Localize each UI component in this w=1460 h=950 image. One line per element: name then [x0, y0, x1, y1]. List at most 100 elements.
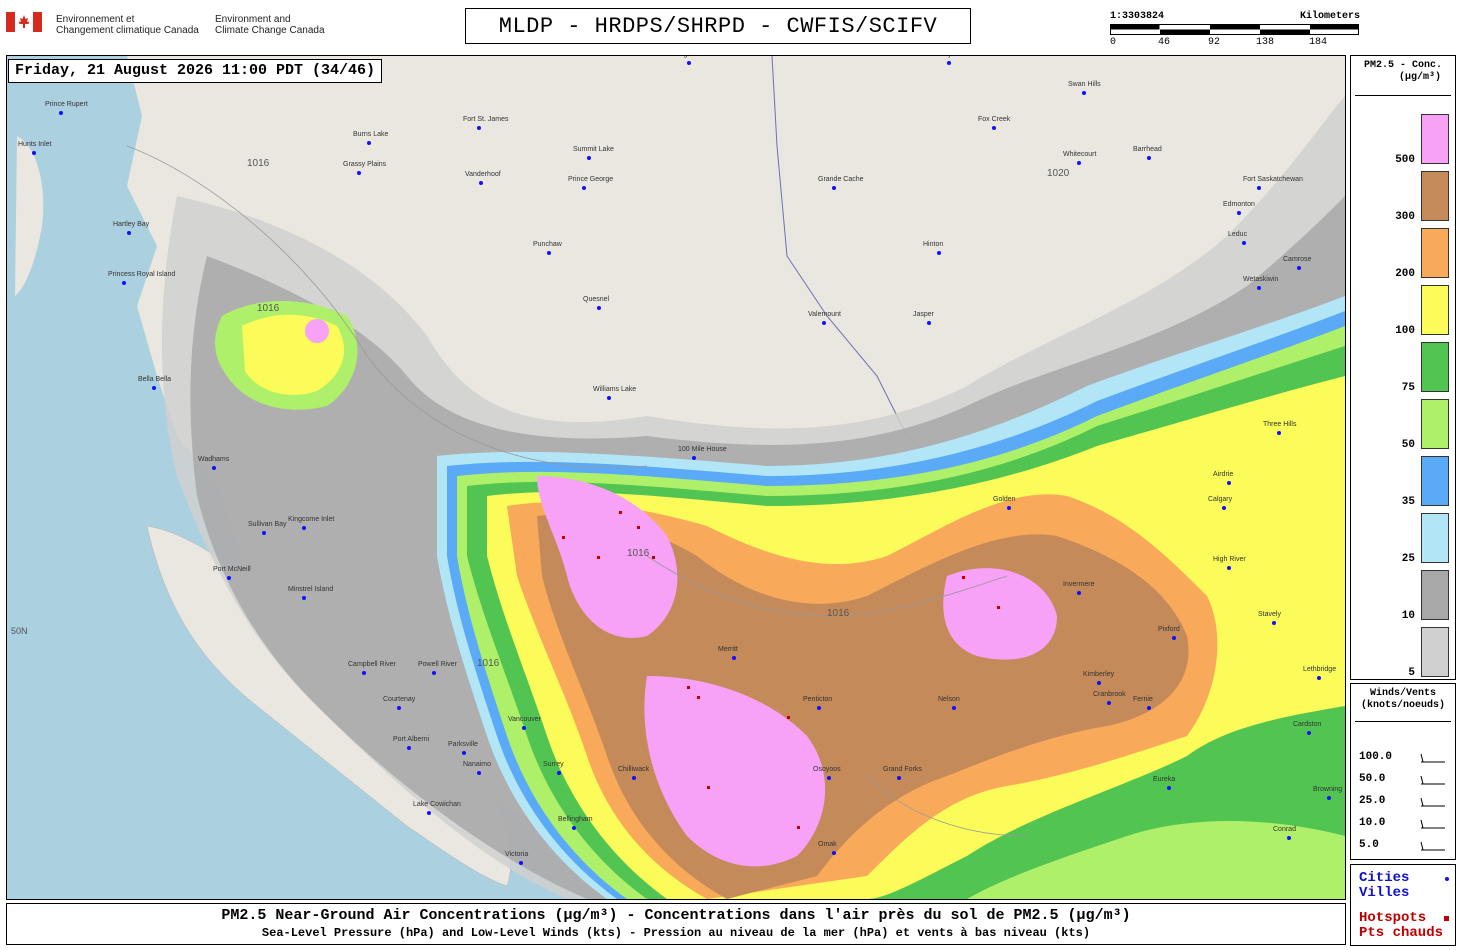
city-label: Prince George [568, 176, 614, 183]
city-marker [519, 861, 523, 865]
pm25-legend-label: 200 [1395, 268, 1415, 280]
city-marker [692, 456, 696, 460]
city-marker [1277, 431, 1281, 435]
pm25-legend-swatch [1421, 342, 1449, 392]
city-marker [1257, 186, 1261, 190]
scale-tick: 46 [1158, 37, 1171, 48]
city-marker [32, 151, 36, 155]
city-marker [732, 656, 736, 660]
city-marker [1077, 161, 1081, 165]
city-marker [992, 126, 996, 130]
page-title: MLDP - HRDPS/SHRPD - CWFIS/SCIFV [465, 8, 971, 44]
wind-barb-icon [1420, 797, 1445, 807]
wind-barb-icon [1420, 753, 1445, 763]
city-marker [952, 706, 956, 710]
city-marker [152, 386, 156, 390]
city-label: Fort St. James [463, 116, 509, 123]
pm25-legend-swatch [1421, 456, 1449, 506]
city-dot-icon [1445, 877, 1449, 881]
scale-unit: Kilometers [1299, 11, 1360, 22]
scale-ratio: 1:3303824 [1110, 11, 1165, 22]
wind-speed-label: 25.0 [1359, 795, 1386, 807]
agency-en-line2: Climate Change Canada [215, 25, 325, 36]
city-marker [1307, 731, 1311, 735]
city-marker [127, 231, 131, 235]
city-label: Airdrie [1213, 471, 1234, 478]
pm25-legend-title: PM2.5 - Conc. [1363, 60, 1442, 71]
pm25-legend-swatch [1421, 627, 1449, 677]
city-marker [1317, 676, 1321, 680]
pm25-legend-label: 5 [1408, 667, 1415, 679]
city-marker [462, 751, 466, 755]
city-marker [59, 111, 63, 115]
hotspots-label-en: Hotspots [1359, 910, 1427, 926]
pm25-legend-label: 500 [1395, 154, 1415, 166]
legend-divider [1355, 721, 1451, 722]
city-label: Grassy Plains [343, 161, 387, 168]
scale-bar: 1:3303824 Kilometers 0 46 92 138 184 [1110, 11, 1360, 51]
pm25-legend-label: 75 [1401, 382, 1415, 394]
city-label: Vanderhoof [465, 171, 501, 178]
city-label: Wadhams [198, 456, 230, 463]
city-label: Valemount [808, 311, 841, 318]
city-marker [1257, 286, 1261, 290]
city-label: Punchaw [533, 241, 562, 248]
city-label: Hunts Inlet [18, 141, 52, 148]
pm25-legend-label: 25 [1401, 553, 1415, 565]
city-label: Stavely [1258, 611, 1281, 618]
city-label: Victoria [505, 851, 529, 858]
wind-barb-icon [1420, 819, 1445, 829]
city-marker [122, 281, 126, 285]
city-marker [1172, 636, 1176, 640]
city-marker [632, 776, 636, 780]
scale-tick: 0 [1110, 37, 1117, 48]
pm25-legend-swatch [1421, 399, 1449, 449]
pm25-legend-label: 300 [1395, 211, 1415, 223]
city-label: Merritt [718, 646, 738, 653]
city-label: Minstrel Island [288, 586, 334, 593]
city-label: Surrey [543, 761, 564, 768]
agency-en-line1: Environment and [215, 14, 291, 25]
wind-speed-label: 50.0 [1359, 773, 1386, 785]
pm25-legend-label: 50 [1401, 439, 1415, 451]
smoke-forecast-map[interactable]: 1016 1016 1016 1016 1016 1020 50N Prince… [6, 55, 1346, 900]
city-label: Fort Saskatchewan [1243, 176, 1303, 183]
pm25-legend-swatch [1421, 513, 1449, 563]
city-marker [597, 306, 601, 310]
city-marker [927, 321, 931, 325]
scale-tick: 92 [1208, 37, 1221, 48]
city-label: Pixford [1158, 626, 1180, 633]
city-marker [302, 526, 306, 530]
city-label: Omak [818, 841, 837, 848]
city-label: Powell River [418, 661, 457, 668]
city-marker [582, 186, 586, 190]
city-marker [1272, 621, 1276, 625]
city-label: 100 Mile House [678, 446, 727, 453]
city-marker [397, 706, 401, 710]
city-marker [572, 826, 576, 830]
city-label: Courtenay [383, 696, 416, 703]
hotspots-label-fr: Pts chauds [1359, 925, 1444, 941]
city-marker [557, 771, 561, 775]
agency-fr-line1: Environnement et [56, 14, 135, 25]
city-marker [1147, 706, 1151, 710]
city-label: Williams Lake [593, 386, 637, 393]
city-label: Hartley Bay [113, 221, 150, 228]
city-label: High River [1213, 556, 1246, 563]
city-label: Conrad [1273, 826, 1296, 833]
city-marker [1237, 211, 1241, 215]
city-label: Golden [993, 496, 1016, 503]
city-marker [1297, 266, 1301, 270]
city-label: Port McNeill [213, 566, 251, 573]
pm25-legend-swatch [1421, 171, 1449, 221]
city-marker [1227, 566, 1231, 570]
city-label: Bella Bella [138, 376, 172, 383]
city-label: Nanaimo [463, 761, 492, 768]
scale-tick: 184 [1309, 37, 1328, 48]
city-label: Parksville [448, 741, 478, 748]
pm25-legend-swatch [1421, 228, 1449, 278]
city-label: Jasper [913, 311, 935, 318]
city-label: Fernie [1133, 696, 1153, 703]
city-marker [357, 171, 361, 175]
pm25-legend: PM2.5 - Conc. (µg/m³) 500 300 200 100 75 50 35… [1350, 55, 1456, 680]
